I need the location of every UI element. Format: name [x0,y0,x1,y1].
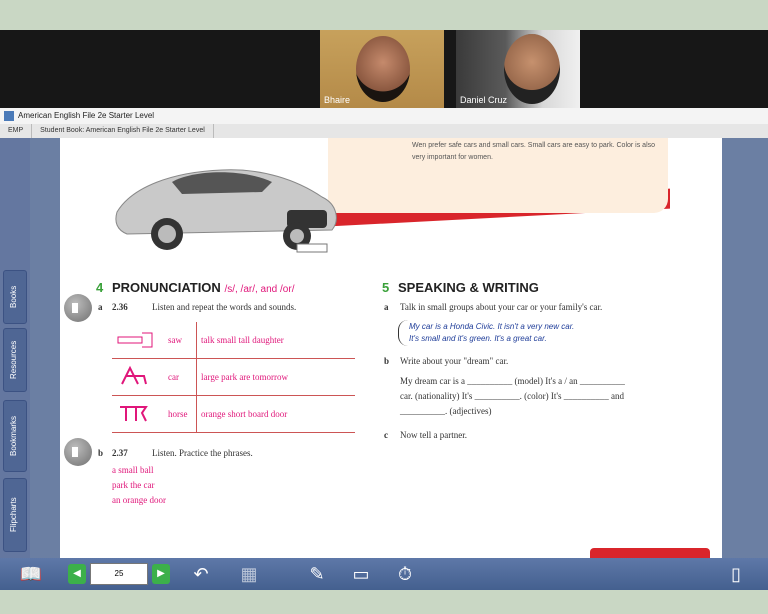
bubble-line: My car is a Honda Civic. It isn't a very… [409,322,575,331]
tab-emp[interactable]: EMP [0,124,33,138]
sidebar: Books Resources Bookmarks Flipcharts [0,138,30,558]
outer-frame-top [0,0,768,30]
sidebar-item-books[interactable]: Books [3,270,27,324]
stopwatch-icon[interactable]: ⏱ [390,562,420,586]
info-box: Wen prefer safe cars and small cars. Sma… [328,138,668,213]
speaking-b-text: Write about your "dream" car. [400,356,509,366]
speech-bubble: My car is a Honda Civic. It isn't a very… [409,321,574,345]
table-row: saw talk small tall daughter [112,322,355,359]
dream-car-line: __________. (adjectives) [400,406,492,416]
instruction-a: Listen and repeat the words and sounds. [152,302,297,312]
key-icon [112,395,164,433]
speaker-icon[interactable] [64,294,92,322]
video-call-bar: Bhaire Daniel Cruz [0,30,768,108]
whiteboard-icon[interactable]: ▭ [346,562,376,586]
section-title-speaking: SPEAKING & WRITING [398,280,539,295]
key-icon [112,322,164,359]
info-box-text: Wen prefer safe cars and small cars. Sma… [412,142,656,161]
phrase: a small ball [112,465,154,475]
part-b-letter: b [384,356,390,366]
window-title: American English File 2e Starter Level [18,111,155,120]
book-page: Wen prefer safe cars and small cars. Sma… [60,138,722,558]
dream-car-line: My dream car is a __________ (model) It'… [400,376,625,386]
sound-words: large park are tomorrow [196,358,355,396]
phrase: park the car [112,480,155,490]
participant-avatar [504,34,560,104]
key-word: car [164,358,197,396]
book-icon[interactable]: 📖 [14,562,48,586]
section-sounds: /s/, /ar/, and /or/ [224,284,295,295]
sound-words: talk small tall daughter [196,322,355,359]
audio-track-b: 2.37 [112,448,128,458]
sounds-table: saw talk small tall daughter car large p… [112,322,355,433]
phrase: an orange door [112,495,166,505]
grid-icon[interactable]: ▦ [232,562,266,586]
table-row: car large park are tomorrow [112,358,355,396]
key-word: horse [164,395,197,433]
speaking-a-text: Talk in small groups about your car or y… [400,302,603,312]
part-a-letter: a [98,302,103,312]
participant-video-2[interactable]: Daniel Cruz [456,30,580,108]
tab-student-book[interactable]: Student Book: American English File 2e S… [32,124,214,138]
sidebar-item-bookmarks[interactable]: Bookmarks [3,400,27,472]
participant-video-1[interactable]: Bhaire [320,30,444,108]
section-number: 4 [96,280,104,295]
window-title-bar: American English File 2e Starter Level [0,108,768,125]
car-image [115,169,337,253]
next-page-button[interactable]: ▶ [152,564,170,584]
speech-bubble-mark [398,320,409,346]
part-a-letter: a [384,302,389,312]
key-icon [112,358,164,396]
key-word: saw [164,322,197,359]
dream-car-line: car. (nationality) It's __________. (col… [400,391,624,401]
undo-icon[interactable]: ↶ [186,562,216,586]
pen-icon[interactable]: ✎ [302,562,332,586]
tab-strip: EMP Student Book: American English File 2… [0,124,768,139]
sidebar-item-flipcharts[interactable]: Flipcharts [3,478,27,552]
part-b-letter: b [98,448,104,458]
part-c-letter: c [384,430,388,440]
participant-name: Daniel Cruz [460,95,508,105]
section-title-pronunciation: PRONUNCIATION /s/, /ar/, and /or/ [112,280,295,295]
audio-track-a: 2.36 [112,302,128,312]
speaking-c-text: Now tell a partner. [400,430,467,440]
participant-name: Bhaire [324,95,351,105]
page-corner-tab [590,548,710,558]
outer-frame-bottom [0,590,768,614]
bubble-line: It's small and it's green. It's a great … [409,334,547,343]
speaker-icon[interactable] [64,438,92,466]
page-view-icon[interactable]: ▯ [724,562,748,586]
instruction-b: Listen. Practice the phrases. [152,448,253,458]
page-number-input[interactable]: 25 [90,563,148,585]
previous-page-button[interactable]: ◀ [68,564,86,584]
app-icon [4,110,14,121]
table-row: horse orange short board door [112,395,355,433]
participant-avatar [356,36,410,102]
sound-words: orange short board door [196,395,355,433]
sidebar-item-resources[interactable]: Resources [3,328,27,392]
section-number: 5 [382,280,390,295]
